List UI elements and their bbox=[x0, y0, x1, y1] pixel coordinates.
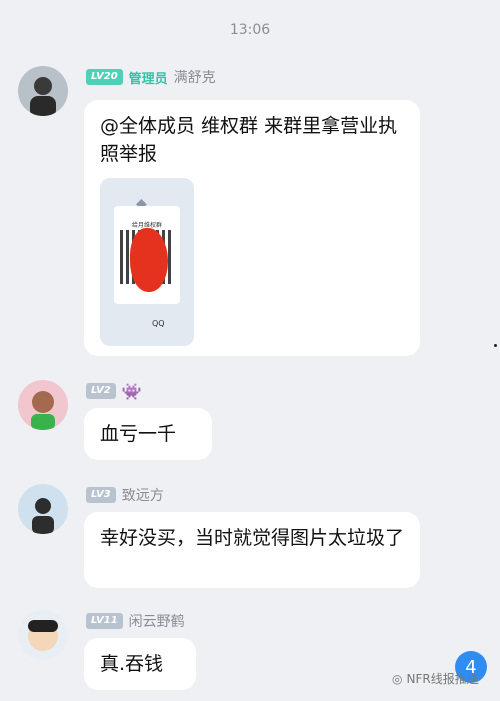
message-text: 血亏一千 bbox=[100, 423, 177, 445]
sender-meta: LV20 管理员 满舒克 bbox=[86, 67, 216, 87]
timestamp: 13:06 bbox=[229, 22, 271, 38]
sender-meta: LV3 致远方 bbox=[86, 486, 164, 504]
avatar[interactable] bbox=[18, 380, 68, 430]
role-label: 管理员 bbox=[128, 71, 168, 87]
level-badge: LV11 bbox=[86, 613, 123, 629]
level-badge: LV3 bbox=[86, 487, 116, 503]
wechat-icon: ◎ bbox=[392, 671, 403, 686]
avatar[interactable] bbox=[18, 66, 68, 116]
watermark-text: NFR线报推送 bbox=[406, 672, 479, 686]
avatar[interactable] bbox=[18, 610, 68, 660]
avatar[interactable] bbox=[18, 484, 68, 534]
sender-name[interactable]: 闲云野鹤 bbox=[129, 611, 185, 631]
message-bubble[interactable]: 血亏一千 bbox=[84, 408, 212, 460]
sender-name[interactable]: 致远方 bbox=[122, 485, 164, 505]
level-badge: LV20 bbox=[86, 69, 123, 85]
qq-logo: QQ bbox=[152, 319, 165, 328]
watermark: ◎ NFR线报推送 bbox=[392, 670, 479, 687]
stray-dot bbox=[494, 344, 497, 347]
sender-meta: LV2 👾 bbox=[86, 381, 142, 401]
alien-icon: 👾 bbox=[121, 381, 142, 401]
message-bubble[interactable]: 幸好没买，当时就觉得图片太垃圾了 bbox=[84, 512, 420, 588]
message-text: @全体成员 维权群 来群里拿营业执照举报 bbox=[100, 115, 398, 165]
message-bubble[interactable]: @全体成员 维权群 来群里拿营业执照举报 ◆ 给月维权群 QQ bbox=[84, 100, 420, 356]
qr-card-inner: 给月维权群 QQ bbox=[114, 206, 180, 328]
sender-meta: LV11 闲云野鹤 bbox=[86, 612, 185, 630]
message-bubble[interactable]: 真.吞钱 bbox=[84, 638, 196, 690]
level-badge: LV2 bbox=[86, 383, 116, 399]
message-text: 幸好没买，当时就觉得图片太垃圾了 bbox=[100, 527, 405, 549]
red-scribble bbox=[130, 228, 168, 292]
qr-image-attachment[interactable]: ◆ 给月维权群 QQ bbox=[100, 178, 194, 346]
sender-name[interactable]: 满舒克 bbox=[174, 67, 216, 87]
message-text: 真.吞钱 bbox=[100, 653, 164, 675]
